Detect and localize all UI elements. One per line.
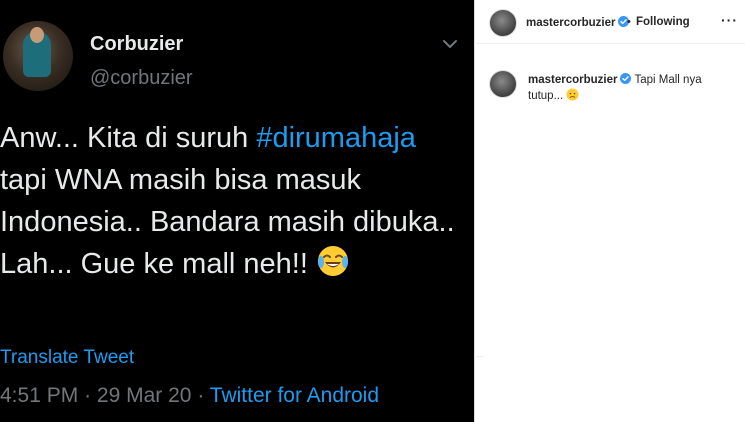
follow-separator: • [627, 16, 631, 28]
comments-divider [474, 356, 484, 357]
tweet-avatar[interactable] [3, 21, 73, 91]
chevron-down-icon[interactable] [441, 35, 459, 53]
caption-username[interactable]: mastercorbuzier [528, 74, 617, 86]
instagram-caption: mastercorbuzier Tapi Mall nya tutup... [528, 72, 738, 104]
meta-separator: · [84, 384, 92, 407]
meta-separator: · [197, 384, 205, 407]
tweet-author-handle[interactable]: @corbuzier [90, 67, 193, 90]
more-options-icon[interactable]: ··· [721, 12, 738, 28]
tweet-time[interactable]: 4:51 PM [0, 384, 78, 407]
disappointed-face-icon [566, 88, 579, 101]
caption-avatar[interactable] [489, 70, 517, 98]
avatar-head [30, 27, 44, 43]
tweet-text-part-1: Anw... Kita di suruh [0, 122, 257, 154]
instagram-panel: mastercorbuzier • Following ··· masterco… [474, 0, 745, 422]
hashtag-link[interactable]: #dirumahaja [256, 122, 416, 154]
translate-tweet-link[interactable]: Translate Tweet [0, 347, 134, 369]
tweet-source-link[interactable]: Twitter for Android [210, 384, 379, 407]
instagram-username-header[interactable]: mastercorbuzier [526, 16, 630, 29]
instagram-post-header: mastercorbuzier • Following ··· [474, 0, 745, 44]
tweet-metadata: 4:51 PM · 29 Mar 20 · Twitter for Androi… [0, 384, 379, 408]
panel-divider [474, 0, 475, 422]
verified-badge-icon [620, 73, 632, 84]
following-button[interactable]: Following [636, 16, 690, 28]
instagram-username[interactable]: mastercorbuzier [526, 17, 615, 29]
tweet-panel: Corbuzier @corbuzier Anw... Kita di suru… [0, 0, 474, 422]
tweet-date[interactable]: 29 Mar 20 [97, 384, 192, 407]
tweet-text-part-2: tapi WNA masih bisa masuk Indonesia.. Ba… [0, 164, 455, 280]
face-with-tears-of-joy-icon [317, 246, 348, 276]
instagram-avatar[interactable] [489, 9, 517, 37]
tweet-text: Anw... Kita di suruh #dirumahaja tapi WN… [0, 117, 470, 285]
tweet-author-name[interactable]: Corbuzier [90, 33, 183, 56]
